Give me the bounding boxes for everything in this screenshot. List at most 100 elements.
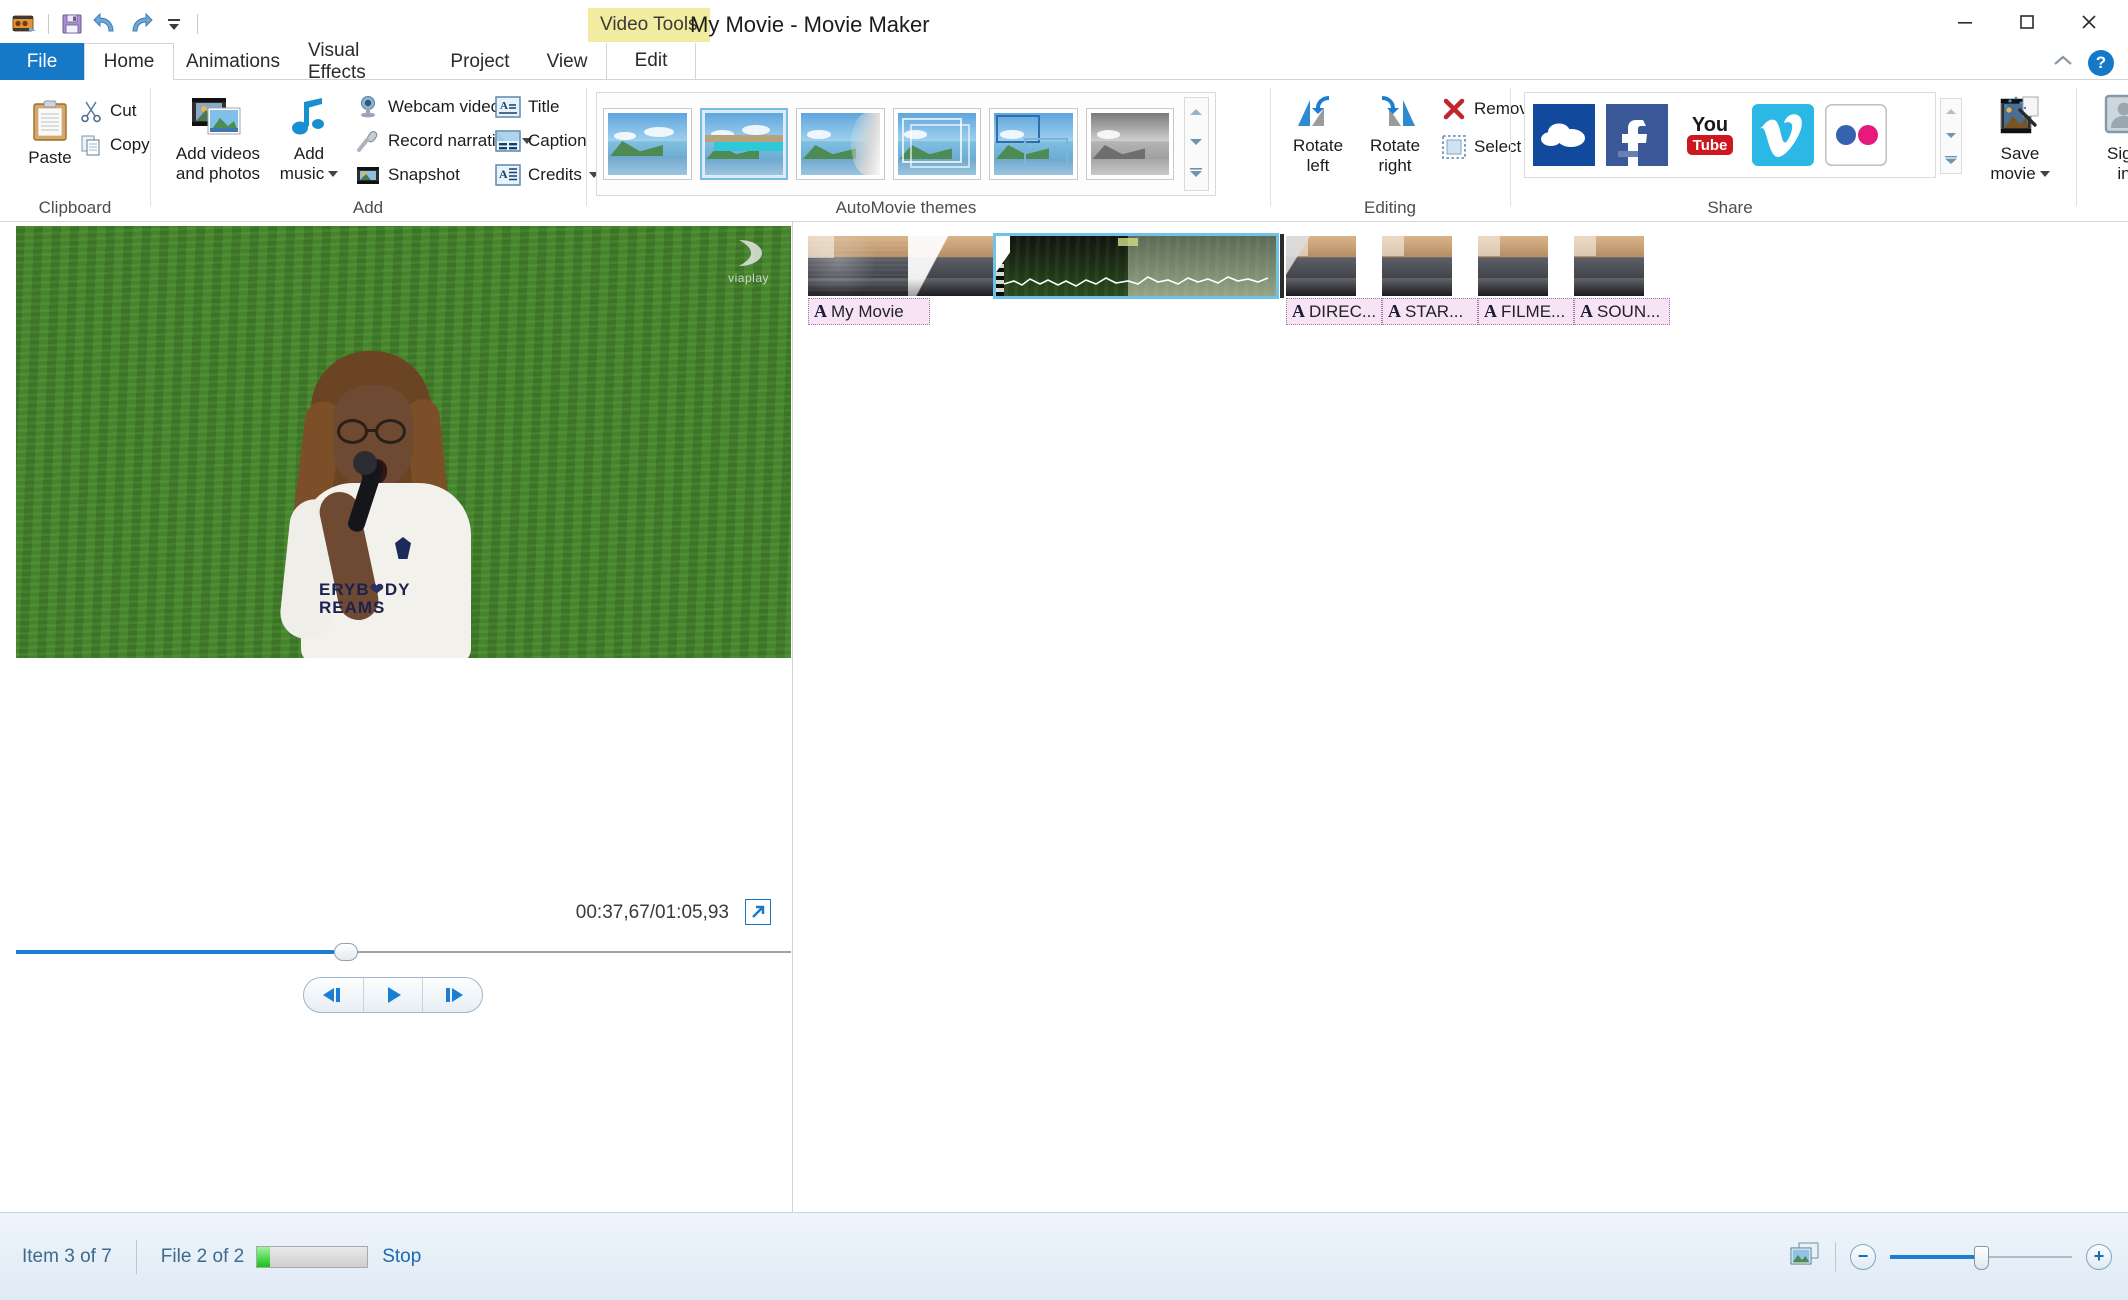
rotate-right-label-line2: right bbox=[1378, 156, 1412, 176]
rotate-left-button[interactable]: Rotate left bbox=[1282, 90, 1354, 180]
clip-thumbnails bbox=[808, 236, 1008, 296]
scroll-up-icon[interactable] bbox=[1188, 107, 1204, 119]
tab-file[interactable]: File bbox=[0, 43, 84, 80]
clip-thumbnails bbox=[993, 233, 1279, 299]
video-preview[interactable]: ERYB❤DY REAMS viaplay bbox=[16, 226, 791, 658]
flickr-tile[interactable] bbox=[1825, 104, 1887, 166]
preview-pane: ERYB❤DY REAMS viaplay 00:37,67/01:05,93 bbox=[0, 222, 793, 1212]
caption-chip-label: SOUN... bbox=[1597, 301, 1661, 321]
sign-in-label-line2: in bbox=[2117, 164, 2128, 184]
automovie-group-label: AutoMovie themes bbox=[835, 198, 977, 217]
save-movie-dropdown-icon[interactable] bbox=[2039, 171, 2050, 178]
facebook-tile[interactable] bbox=[1606, 104, 1668, 166]
maximize-icon[interactable] bbox=[1996, 0, 2058, 44]
copy-button[interactable]: Copy bbox=[74, 130, 155, 160]
theme-pan-and-zoom[interactable] bbox=[989, 108, 1078, 180]
preview-timecode: 00:37,67/01:05,93 bbox=[575, 902, 729, 923]
share-group-label: Share bbox=[1707, 198, 1753, 217]
tab-visual-effects[interactable]: Visual Effects bbox=[292, 40, 432, 83]
webcam-video-button[interactable]: Webcam video bbox=[350, 92, 505, 122]
movie-maker-window: Video Tools My Movie - Movie Maker File … bbox=[0, 0, 2128, 1300]
chevron-up-icon[interactable] bbox=[2052, 54, 2074, 73]
rotate-left-label-line1: Rotate bbox=[1292, 136, 1344, 155]
add-music-label-line1: Add bbox=[293, 144, 325, 163]
ribbon-group-clipboard: Paste Cut Copy Clipboard bbox=[0, 80, 150, 222]
zoom-slider-thumb[interactable] bbox=[1974, 1245, 1989, 1270]
viaplay-watermark: viaplay bbox=[728, 236, 769, 285]
help-icon[interactable]: ? bbox=[2088, 50, 2114, 76]
caption-chip[interactable]: A SOUN... bbox=[1574, 298, 1670, 325]
undo-icon[interactable] bbox=[89, 9, 123, 39]
theme-cinematic[interactable] bbox=[796, 108, 885, 180]
add-videos-label-line2: and photos bbox=[175, 164, 261, 184]
zoom-in-button[interactable]: + bbox=[2086, 1243, 2112, 1270]
redo-icon[interactable] bbox=[123, 9, 157, 39]
vimeo-tile[interactable] bbox=[1752, 104, 1814, 166]
caption-chip[interactable]: A DIREC... bbox=[1286, 298, 1382, 325]
gallery-more-icon[interactable] bbox=[1188, 167, 1204, 181]
rotate-left-label-line2: left bbox=[1306, 156, 1330, 176]
caption-chip[interactable]: A My Movie bbox=[808, 298, 930, 325]
caption-button[interactable]: Caption bbox=[490, 126, 592, 156]
seekbar-thumb[interactable] bbox=[333, 943, 358, 961]
sign-in-button[interactable]: Sign in bbox=[2088, 90, 2128, 188]
theme-no-theme[interactable] bbox=[603, 108, 692, 180]
clip-video[interactable] bbox=[993, 233, 1279, 299]
svg-text:You: You bbox=[1692, 114, 1728, 136]
theme-gallery-scrollbar[interactable] bbox=[1184, 97, 1209, 191]
youtube-tile[interactable]: You Tube bbox=[1679, 104, 1741, 166]
webcam-video-label: Webcam video bbox=[388, 97, 501, 116]
tab-home[interactable]: Home bbox=[84, 43, 174, 81]
timeline-zoom-slider[interactable] bbox=[1890, 1245, 2072, 1270]
theme-fade[interactable] bbox=[892, 108, 981, 180]
clip-intro[interactable]: A My Movie bbox=[808, 236, 1008, 325]
play-icon[interactable] bbox=[362, 978, 423, 1012]
tab-edit[interactable]: Edit bbox=[606, 43, 696, 80]
add-videos-and-photos-button[interactable]: Add videos and photos bbox=[164, 90, 272, 188]
tab-animations[interactable]: Animations bbox=[174, 43, 292, 80]
caption-chip-label: FILME... bbox=[1501, 301, 1566, 321]
sign-in-label-line1: Sign bbox=[2106, 144, 2128, 163]
snapshot-button[interactable]: Snapshot bbox=[350, 160, 465, 190]
caption-label: Caption bbox=[528, 131, 587, 150]
add-music-button[interactable]: Add music bbox=[274, 90, 344, 188]
caption-chip[interactable]: A FILME... bbox=[1478, 298, 1574, 325]
add-music-dropdown-icon[interactable] bbox=[328, 171, 339, 178]
movie-maker-icon[interactable] bbox=[8, 9, 42, 39]
automovie-theme-gallery[interactable] bbox=[596, 92, 1216, 196]
storyboard[interactable]: A My Movie A DIREC... A STAR... A FILME.… bbox=[794, 222, 2128, 1212]
clip-credit-4[interactable]: A SOUN... bbox=[1574, 236, 1670, 325]
stop-button[interactable]: Stop bbox=[382, 1246, 421, 1268]
snapshot-label: Snapshot bbox=[388, 165, 460, 184]
theme-contemporary[interactable] bbox=[699, 108, 788, 180]
fullscreen-icon[interactable] bbox=[745, 899, 771, 925]
thumbnail-view-icon[interactable] bbox=[1789, 1240, 1821, 1273]
title-button[interactable]: A Title bbox=[490, 92, 565, 122]
credits-label: Credits bbox=[528, 165, 582, 184]
onedrive-tile[interactable] bbox=[1533, 104, 1595, 166]
quick-access-toolbar bbox=[8, 8, 204, 40]
share-gallery-scrollbar[interactable] bbox=[1940, 98, 1962, 174]
save-icon[interactable] bbox=[55, 9, 89, 39]
scroll-down-icon[interactable] bbox=[1188, 137, 1204, 149]
next-frame-icon[interactable] bbox=[422, 978, 482, 1012]
minimize-icon[interactable] bbox=[1934, 0, 1996, 44]
save-movie-button[interactable]: Save movie bbox=[1972, 90, 2068, 188]
tab-view[interactable]: View bbox=[528, 43, 606, 80]
previous-frame-icon[interactable] bbox=[304, 978, 363, 1012]
timeline-playhead[interactable] bbox=[1280, 234, 1284, 298]
preview-seekbar[interactable] bbox=[16, 943, 791, 961]
tab-project[interactable]: Project bbox=[432, 43, 528, 80]
clip-credit-1[interactable]: A DIREC... bbox=[1286, 236, 1382, 325]
caption-chip[interactable]: A STAR... bbox=[1382, 298, 1478, 325]
clip-credit-3[interactable]: A FILME... bbox=[1478, 236, 1574, 325]
save-progress-bar bbox=[256, 1245, 369, 1268]
close-icon[interactable] bbox=[2058, 0, 2120, 44]
zoom-out-button[interactable]: − bbox=[1850, 1243, 1876, 1270]
theme-sepia[interactable] bbox=[1085, 108, 1174, 180]
qat-separator-1 bbox=[48, 14, 49, 34]
cut-button[interactable]: Cut bbox=[74, 96, 141, 126]
customize-qat-icon[interactable] bbox=[157, 9, 191, 39]
clip-credit-2[interactable]: A STAR... bbox=[1382, 236, 1478, 325]
rotate-right-button[interactable]: Rotate right bbox=[1356, 90, 1434, 180]
